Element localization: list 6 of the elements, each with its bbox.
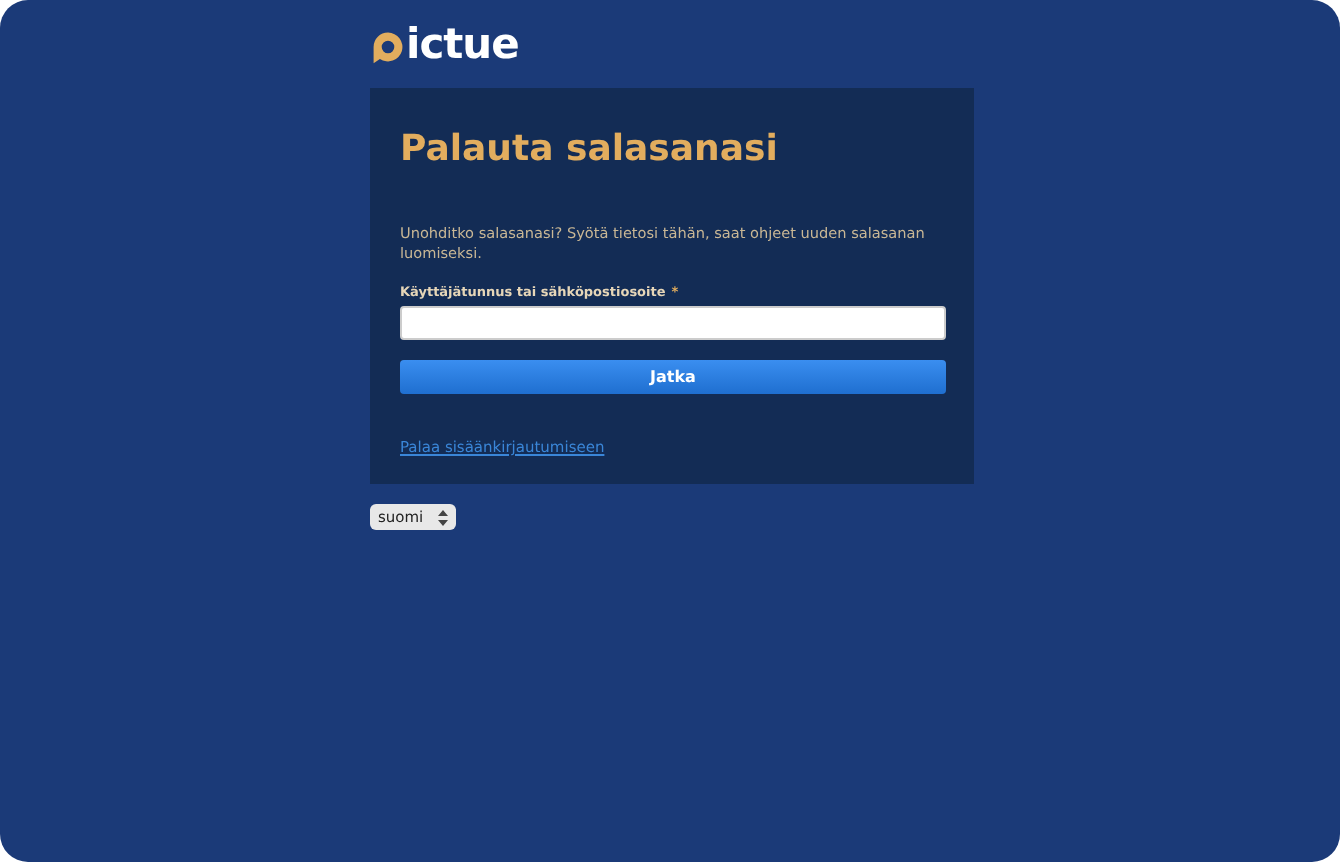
logo-text: ictue <box>406 20 519 68</box>
continue-button[interactable]: Jatka <box>400 360 946 394</box>
input-field[interactable] <box>400 306 946 340</box>
page-title: Palauta salasanasi <box>400 128 778 172</box>
speech-bubble-icon <box>370 27 406 65</box>
updown-arrows-icon <box>438 509 448 525</box>
